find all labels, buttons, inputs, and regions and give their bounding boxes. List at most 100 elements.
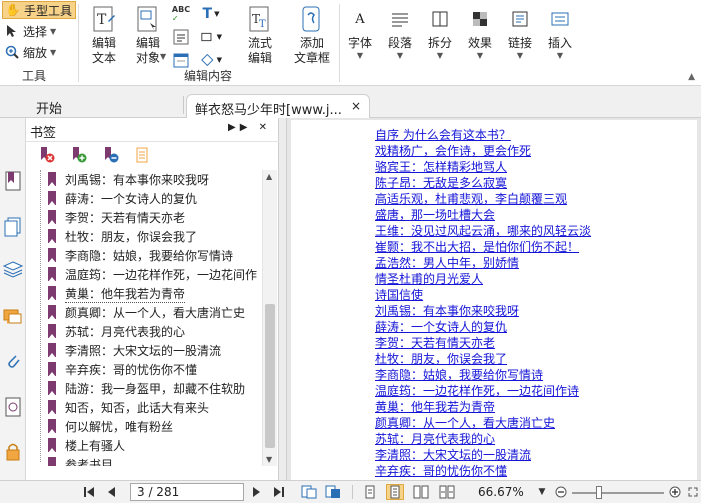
bookmark-item[interactable]: 陆游：我一身盔甲，却藏不住软肋 xyxy=(46,379,245,398)
edit-mini-tools: ABC ✓ xyxy=(168,4,194,73)
tab-home[interactable]: 开始 xyxy=(28,94,178,118)
font-button[interactable]: A 字体 ▼ xyxy=(338,2,382,66)
flow-edit-button[interactable]: TT 流式 编辑 xyxy=(238,2,282,66)
lock-icon[interactable] xyxy=(3,440,23,462)
expand-bookmark-icon[interactable] xyxy=(100,145,122,165)
next-view-icon[interactable] xyxy=(324,484,342,500)
edit-text-button[interactable]: T 编辑 文本 xyxy=(82,2,126,66)
delete-bookmark-icon[interactable] xyxy=(36,145,58,165)
edit-object-button[interactable]: 编辑 对象 ▼ xyxy=(126,2,170,66)
link-button[interactable]: 链接 ▼ xyxy=(498,2,542,66)
comments-icon[interactable] xyxy=(3,306,23,328)
toc-link[interactable]: 刘禹锡：有本事你来咬我呀 xyxy=(375,302,519,319)
bookmark-item[interactable]: 颜真卿：从一个人，看大唐消亡史 xyxy=(46,303,245,322)
split-button[interactable]: 拆分 ▼ xyxy=(418,2,462,66)
toc-link[interactable]: 诗国信使 xyxy=(375,286,423,303)
bookmark-item[interactable]: 刘禹锡：有本事你来咬我呀 xyxy=(46,170,209,189)
panel-splitter[interactable] xyxy=(279,118,287,480)
side-icon-rail xyxy=(0,118,26,480)
attachment-icon[interactable] xyxy=(3,350,23,372)
bookmark-item[interactable]: 知否，知否，此话大有来头 xyxy=(46,398,209,417)
bookmark-item[interactable]: 参考书目 xyxy=(46,455,113,466)
toc-link[interactable]: 黄巢：他年我若为青帝 xyxy=(375,398,495,415)
layers-icon[interactable] xyxy=(3,258,23,280)
page-number-input[interactable]: 3 / 281 xyxy=(130,483,244,501)
close-icon[interactable]: × xyxy=(351,99,361,113)
toc-link[interactable]: 情圣杜甫的月光爱人 xyxy=(375,270,483,287)
zoom-in-icon[interactable] xyxy=(668,484,682,500)
bookmark-item[interactable]: 杜牧：朋友，你误会我了 xyxy=(46,227,197,246)
ocr-icon[interactable] xyxy=(170,27,192,47)
scrollbar-thumb[interactable] xyxy=(265,304,275,448)
bookmark-icon xyxy=(46,285,58,302)
first-page-icon[interactable] xyxy=(82,484,96,500)
bookmark-item[interactable]: 楼上有骚人 xyxy=(46,436,125,455)
bookmark-item[interactable]: 李贺：天若有情天亦老 xyxy=(46,208,185,227)
effect-button[interactable]: 效果 ▼ xyxy=(458,2,502,66)
spellcheck-icon[interactable]: ABC ✓ xyxy=(170,4,192,24)
collapse-ribbon-icon[interactable]: ▲ xyxy=(688,72,695,82)
bookmark-item[interactable]: 温庭筠：一边花样作死，一边花间作 xyxy=(46,265,257,284)
text-tool-icon[interactable]: T ▼ xyxy=(200,4,222,24)
zoom-level: 66.67% xyxy=(478,485,524,499)
single-page-view-icon[interactable] xyxy=(362,484,378,500)
zoom-slider-thumb[interactable] xyxy=(596,486,602,499)
zoom-out-icon[interactable] xyxy=(554,484,568,500)
toc-link[interactable]: 陈子昂：无敌是多么寂寞 xyxy=(375,174,507,191)
bookmark-item[interactable]: 何以解忧，唯有粉丝 xyxy=(46,417,173,436)
toc-link[interactable]: 自序 为什么会有这本书？ xyxy=(375,126,511,143)
chevron-down-icon: ▼ xyxy=(396,51,404,60)
bookmark-item[interactable]: 辛弃疾：哥的忧伤你不懂 xyxy=(46,360,197,379)
select-tool-button[interactable]: 选择 ▼ xyxy=(2,22,59,40)
panel-expand-collapse-icon[interactable]: ▶▶ ✕ xyxy=(228,122,271,133)
scroll-down-icon[interactable]: ▼ xyxy=(266,455,272,464)
paragraph-button[interactable]: 段落 ▼ xyxy=(378,2,422,66)
toc-link[interactable]: 崔颢：我不出大招，是怕你们伤不起！ xyxy=(375,238,579,255)
hand-tool-button[interactable]: ✋ 手型工具 xyxy=(2,1,77,19)
zoom-dropdown-icon[interactable]: ▼ xyxy=(534,484,550,500)
toc-link[interactable]: 骆宾王：怎样精彩地骂人 xyxy=(375,158,507,175)
bookmarks-scrollbar[interactable]: ▲ ▼ xyxy=(262,170,277,466)
toc-link[interactable]: 颜真卿：从一个人，看大唐消亡史 xyxy=(375,414,555,431)
continuous-view-icon[interactable] xyxy=(386,484,404,500)
toc-link[interactable]: 戏精杨广，会作诗，更会作死 xyxy=(375,142,531,159)
insert-button[interactable]: 插入 ▼ xyxy=(538,2,582,66)
ribbon-toolbar: ✋ 手型工具 选择 ▼ 缩放 ▼ 工具 T 编辑 文本 编辑 对象 ▼ ABC ✓ xyxy=(0,0,701,86)
toc-link[interactable]: 李商隐：姑娘，我要给你写情诗 xyxy=(375,366,543,383)
tab-document[interactable]: 鲜衣怒马少年时[www.j... × xyxy=(186,94,370,118)
bookmark-item[interactable]: 苏轼：月亮代表我的心 xyxy=(46,322,185,341)
toc-link[interactable]: 李贺：天若有情天亦老 xyxy=(375,334,495,351)
signature-icon[interactable] xyxy=(3,396,23,418)
bookmark-item-selected[interactable]: 黄巢：他年我若为青帝 xyxy=(46,284,186,303)
bookmark-panel-icon[interactable] xyxy=(3,170,23,192)
toc-link[interactable]: 孟浩然：男人中年，别娇情 xyxy=(375,254,519,271)
thumbnails-icon[interactable] xyxy=(3,216,23,238)
fullscreen-icon[interactable] xyxy=(688,484,698,500)
zoom-tool-button[interactable]: 缩放 ▼ xyxy=(2,43,59,61)
toc-link[interactable]: 盛唐，那一场吐槽大会 xyxy=(375,206,495,223)
next-page-icon[interactable] xyxy=(250,484,264,500)
bookmark-item[interactable]: 李清照：大宋文坛的一股清流 xyxy=(46,341,221,360)
bookmark-item[interactable]: 薛涛：一个女诗人的复仇 xyxy=(46,189,197,208)
add-textbox-button[interactable]: 添加 文章框 xyxy=(290,2,334,66)
facing-view-icon[interactable] xyxy=(412,484,430,500)
bookmark-item[interactable]: 李商隐：姑娘，我要给你写情诗 xyxy=(46,246,233,265)
continuous-facing-view-icon[interactable] xyxy=(438,484,456,500)
bookmark-options-icon[interactable] xyxy=(132,145,154,165)
toc-link[interactable]: 李清照：大宋文坛的一股清流 xyxy=(375,446,531,463)
toc-link[interactable]: 苏轼：月亮代表我的心 xyxy=(375,430,495,447)
add-bookmark-icon[interactable] xyxy=(68,145,90,165)
scroll-up-icon[interactable]: ▲ xyxy=(266,172,272,181)
toc-link[interactable]: 温庭筠：一边花样作死，一边花间作诗 xyxy=(375,382,579,399)
previous-page-icon[interactable] xyxy=(104,484,118,500)
previous-view-icon[interactable] xyxy=(300,484,318,500)
edit-group-label: 编辑内容 xyxy=(184,69,233,83)
toc-link[interactable]: 薛涛：一个女诗人的复仇 xyxy=(375,318,507,335)
toc-link[interactable]: 王维：没见过风起云涌，哪来的风轻云淡 xyxy=(375,222,591,239)
shape-tool-icon[interactable]: ▼ xyxy=(200,27,222,47)
zoom-slider[interactable] xyxy=(572,492,664,494)
toc-link[interactable]: 辛弃疾：哥的忧伤你不懂 xyxy=(375,462,507,479)
toc-link[interactable]: 杜牧：朋友，你误会我了 xyxy=(375,350,507,367)
last-page-icon[interactable] xyxy=(272,484,286,500)
toc-link[interactable]: 高适乐观，杜甫悲观，李白颠覆三观 xyxy=(375,190,567,207)
